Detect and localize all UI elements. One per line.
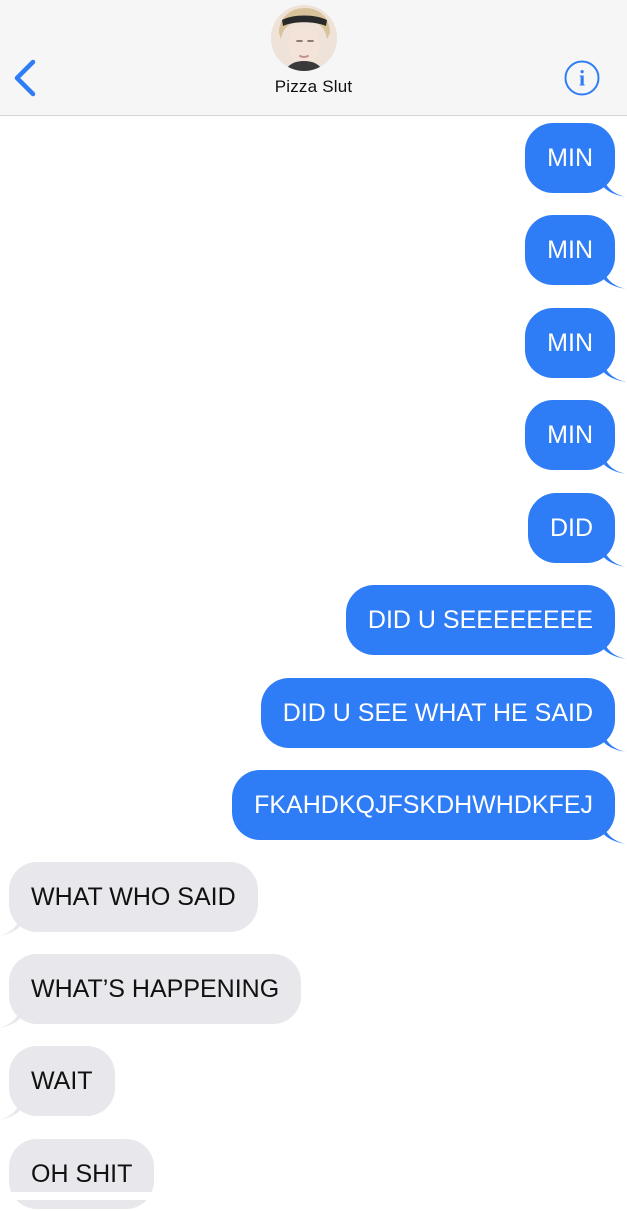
- bubble-tail: [602, 263, 626, 289]
- message-row: MIN: [0, 400, 627, 474]
- message-row: MIN: [0, 308, 627, 382]
- sent-message-bubble[interactable]: DID U SEEEEEEEE: [345, 585, 626, 659]
- bubble-tail: [602, 356, 626, 382]
- sent-message-bubble[interactable]: DID U SEE WHAT HE SAID: [260, 678, 626, 752]
- message-text: MIN: [547, 144, 593, 172]
- message-text: FKAHDKQJFSKDHWHDKFEJ: [254, 791, 593, 819]
- message-text: MIN: [547, 236, 593, 264]
- bubble-tail: [0, 1094, 22, 1120]
- message-row: DID U SEEEEEEEE: [0, 585, 627, 659]
- bottom-edge: [0, 1192, 627, 1200]
- message-text: DID U SEE WHAT HE SAID: [282, 699, 593, 727]
- info-button[interactable]: i: [563, 59, 601, 97]
- bubble-tail: [602, 448, 626, 474]
- message-row: DID U SEE WHAT HE SAID: [0, 678, 627, 752]
- received-message-bubble[interactable]: WHAT’S HAPPENING: [0, 954, 302, 1028]
- message-text: WAIT: [31, 1067, 93, 1095]
- contact-avatar[interactable]: [271, 5, 337, 71]
- message-text: MIN: [547, 329, 593, 357]
- message-thread[interactable]: MIN MIN MIN MIN DID DID U SEEEEEEEE DID …: [0, 0, 627, 1209]
- message-text: OH SHIT: [31, 1160, 133, 1188]
- message-text: DID: [549, 514, 593, 542]
- bubble-tail: [602, 633, 626, 659]
- message-text: WHAT’S HAPPENING: [31, 975, 280, 1003]
- conversation-header: Pizza Slut i: [0, 0, 627, 116]
- message-text: DID U SEEEEEEEE: [367, 606, 593, 634]
- message-row: WAIT: [0, 1046, 627, 1120]
- bubble-tail: [0, 910, 22, 936]
- sent-message-bubble[interactable]: FKAHDKQJFSKDHWHDKFEJ: [232, 770, 626, 844]
- avatar-photo: [271, 5, 337, 71]
- message-row: FKAHDKQJFSKDHWHDKFEJ: [0, 770, 627, 844]
- message-row: OH SHIT: [0, 1139, 627, 1211]
- sent-message-bubble[interactable]: MIN: [525, 400, 626, 474]
- message-row: MIN: [0, 123, 627, 197]
- message-row: WHAT’S HAPPENING: [0, 954, 627, 1028]
- received-message-bubble[interactable]: WHAT WHO SAID: [0, 862, 258, 936]
- bubble-tail: [602, 171, 626, 197]
- message-text: MIN: [547, 421, 593, 449]
- bubble-tail: [0, 1002, 22, 1028]
- sent-message-bubble[interactable]: MIN: [525, 308, 626, 382]
- bubble-tail: [602, 818, 626, 844]
- message-row: WHAT WHO SAID: [0, 862, 627, 936]
- message-text: WHAT WHO SAID: [31, 883, 236, 911]
- svg-text:i: i: [579, 66, 585, 91]
- sent-message-bubble[interactable]: MIN: [525, 123, 626, 197]
- message-row: MIN: [0, 215, 627, 289]
- received-message-bubble[interactable]: WAIT: [0, 1046, 115, 1120]
- sent-message-bubble[interactable]: DID: [527, 493, 626, 567]
- message-row: DID: [0, 493, 627, 567]
- contact-name[interactable]: Pizza Slut: [0, 77, 627, 97]
- info-icon: i: [564, 60, 600, 96]
- bubble-tail: [602, 541, 626, 567]
- bubble-tail: [602, 726, 626, 752]
- sent-message-bubble[interactable]: MIN: [525, 215, 626, 289]
